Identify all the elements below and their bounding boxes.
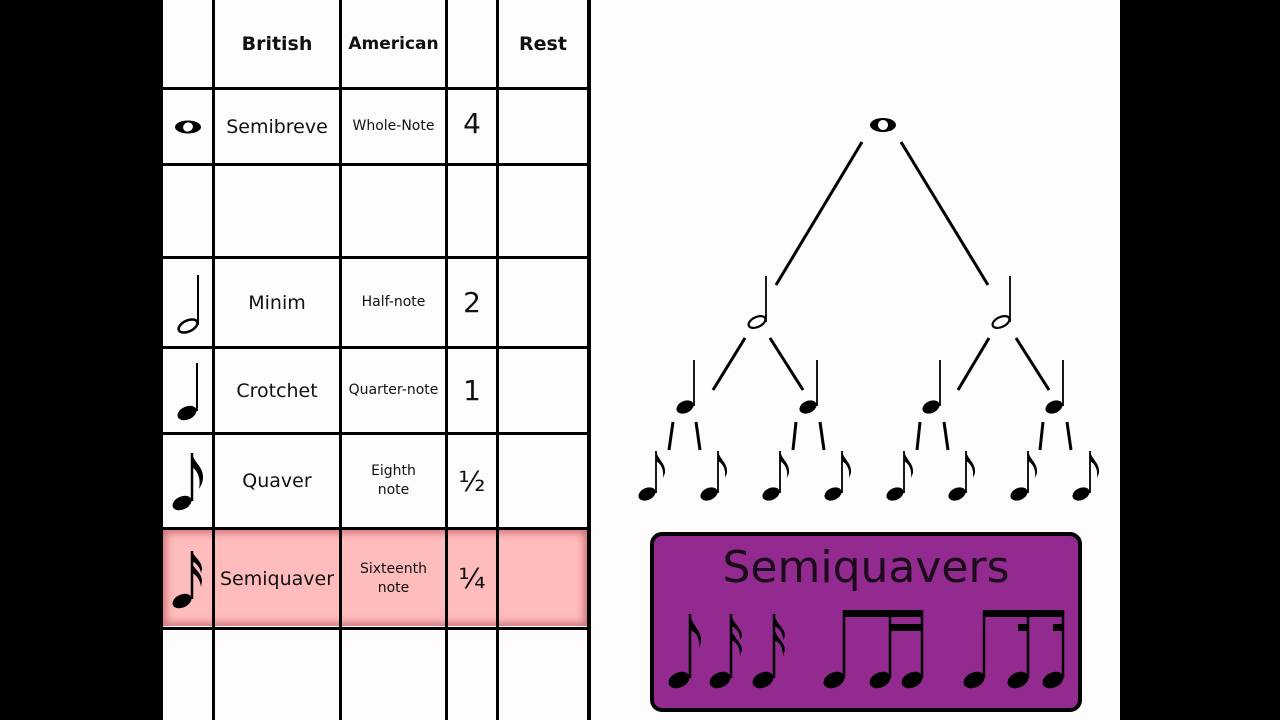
row-british-name: Crotchet [236, 379, 318, 402]
row-american-name: Half-note [361, 294, 426, 310]
quaver-icon [697, 450, 728, 505]
quaver-icon [163, 435, 212, 527]
row-beats: 2 [463, 286, 481, 319]
row-american-name: Quarter-note [348, 382, 439, 398]
semibreve-icon [870, 118, 896, 132]
quaver-icon [668, 614, 702, 689]
minim-icon [989, 274, 1013, 332]
row-american-name: Whole-Note [352, 118, 435, 134]
row-beats: 1 [463, 374, 481, 407]
quaver-icon [945, 450, 976, 505]
row-beats: 4 [463, 106, 481, 140]
semiquaver-examples [668, 610, 1065, 689]
minim-icon [163, 259, 212, 346]
header-american: American [348, 33, 439, 54]
semiquaver-icon [709, 614, 742, 689]
row-british-name: Minim [248, 291, 306, 314]
row-beats: ¼ [458, 562, 486, 595]
header-british: British [241, 32, 313, 55]
crotchet-icon [163, 349, 212, 432]
row-british-name: Quaver [242, 470, 312, 492]
minim-icon [745, 274, 769, 332]
row-american-name: Eighth note [371, 463, 416, 498]
row-american-name: Sixteenth note [359, 560, 427, 596]
row-british-name: Semibreve [226, 115, 328, 138]
quaver-icon [1007, 450, 1038, 505]
semiquaver-icon [752, 614, 785, 689]
header-rest: Rest [519, 32, 567, 55]
callout-title: Semiquavers [722, 542, 1010, 593]
quaver-icon [1069, 450, 1100, 505]
crotchet-icon [919, 359, 943, 418]
semibreve-icon [163, 90, 212, 163]
note-values-table: British American Rest Semibreve Whole-No… [160, 0, 591, 720]
quaver-icon [883, 450, 914, 505]
row-divider [160, 627, 590, 630]
semiquavers-callout: Semiquavers [650, 532, 1082, 712]
quaver-icon [635, 450, 666, 505]
row-british-name: Semiquaver [219, 567, 335, 590]
slide: British American Rest Semibreve Whole-No… [160, 0, 1120, 720]
quaver-icon [821, 450, 852, 505]
quaver-two-semiquavers-beamed-icon [823, 610, 924, 689]
row-divider [160, 163, 590, 166]
quaver-icon [759, 450, 790, 505]
dotted-beamed-group-icon [963, 610, 1065, 689]
column-divider [496, 0, 499, 720]
row-beats: ½ [458, 464, 486, 498]
crotchet-icon [673, 359, 697, 418]
semiquaver-icon [163, 530, 212, 627]
